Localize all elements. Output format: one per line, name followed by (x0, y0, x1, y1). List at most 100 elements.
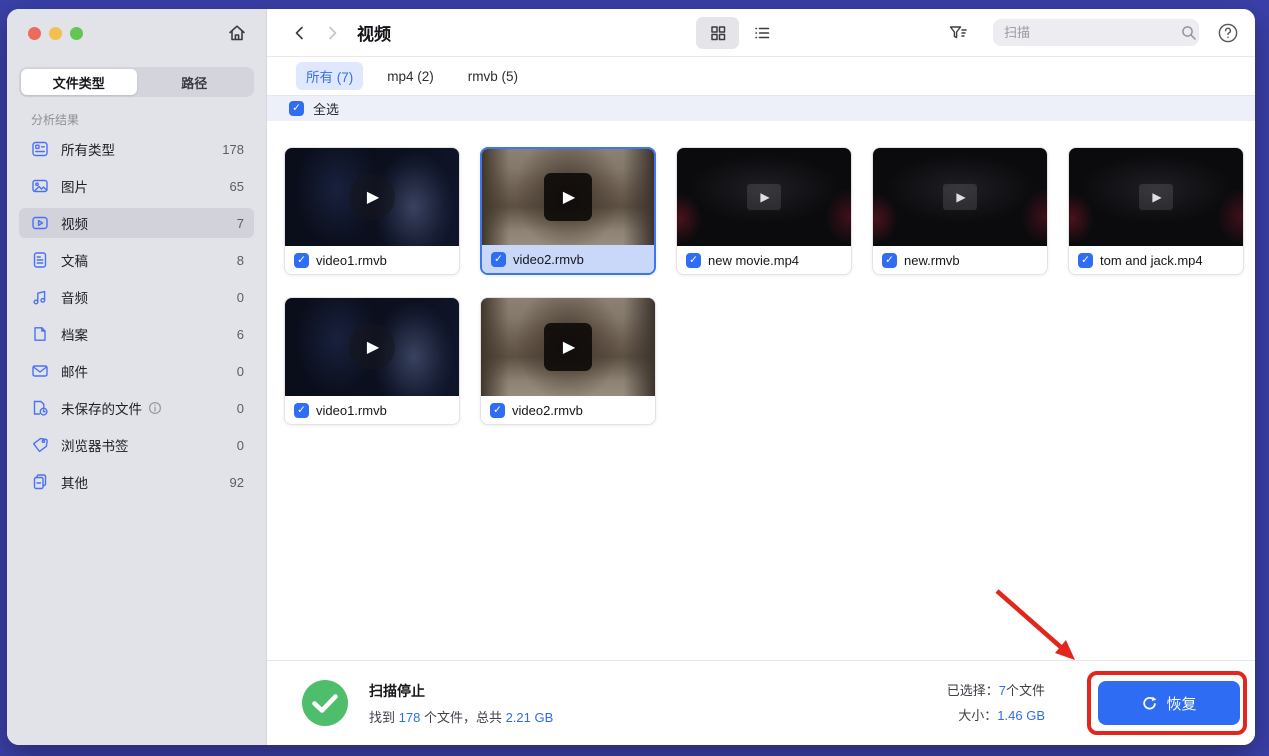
back-icon[interactable] (291, 24, 309, 42)
other-icon (31, 473, 49, 491)
zoom-window-button[interactable] (70, 27, 83, 40)
app-window: 文件类型 路径 分析结果 所有类型 178 图片 65 (7, 9, 1255, 745)
minimize-window-button[interactable] (49, 27, 62, 40)
sidebar-item-label: 文稿 (61, 250, 88, 270)
sidebar-item-count: 0 (237, 364, 244, 379)
file-checkbox[interactable]: ✓ (686, 253, 701, 268)
extension-filter-tabs: 所有 (7) mp4 (2) rmvb (5) (267, 57, 1255, 95)
tab-file-type[interactable]: 文件类型 (21, 69, 137, 95)
images-icon (31, 177, 49, 195)
play-icon: ▶ (544, 173, 592, 221)
sidebar-item-label: 音频 (61, 287, 88, 307)
sidebar-item-all-types[interactable]: 所有类型 178 (19, 134, 254, 164)
sidebar-item-unsaved-files[interactable]: 未保存的文件 0 (19, 393, 254, 423)
sidebar-item-images[interactable]: 图片 65 (19, 171, 254, 201)
sidebar-item-label: 浏览器书签 (61, 435, 129, 455)
file-checkbox[interactable]: ✓ (491, 252, 506, 267)
sidebar-titlebar (7, 9, 266, 57)
sidebar-item-documents[interactable]: 文稿 8 (19, 245, 254, 275)
analysis-results-label: 分析结果 (31, 111, 266, 128)
found-count: 178 (399, 710, 421, 725)
filter-icon[interactable] (947, 22, 969, 44)
sidebar-item-video[interactable]: 视频 7 (19, 208, 254, 238)
sidebar-item-count: 0 (237, 290, 244, 305)
sidebar-item-archives[interactable]: 档案 6 (19, 319, 254, 349)
sidebar-item-count: 178 (222, 142, 244, 157)
sidebar-item-count: 65 (230, 179, 244, 194)
file-checkbox[interactable]: ✓ (294, 403, 309, 418)
search-input[interactable] (1004, 25, 1180, 40)
sidebar-item-count: 0 (237, 401, 244, 416)
file-card-video2-row2[interactable]: ▶ ✓ video2.rmvb (480, 297, 656, 425)
search-icon[interactable] (1180, 24, 1197, 41)
grid-view-button[interactable] (696, 17, 739, 49)
file-name: video1.rmvb (316, 403, 387, 418)
file-card-video2[interactable]: ▶ ✓ video2.rmvb (480, 147, 656, 275)
video-thumbnail: ▶ (873, 148, 1047, 246)
forward-icon[interactable] (323, 24, 341, 42)
sidebar-item-count: 7 (237, 216, 244, 231)
file-card-video1-row2[interactable]: ▶ ✓ video1.rmvb (284, 297, 460, 425)
file-card-tom-and-jack[interactable]: ▶ ✓ tom and jack.mp4 (1068, 147, 1244, 275)
scan-status-title: 扫描停止 (369, 681, 553, 701)
selected-count: 7 (999, 683, 1006, 698)
file-name: new.rmvb (904, 253, 960, 268)
file-grid: ▶ ✓ video1.rmvb ▶ ✓ video2.rmvb (267, 121, 1255, 425)
file-checkbox[interactable]: ✓ (882, 253, 897, 268)
sidebar-item-count: 92 (230, 475, 244, 490)
video-icon (31, 214, 49, 232)
file-card-new-rmvb[interactable]: ▶ ✓ new.rmvb (872, 147, 1048, 275)
bookmarks-icon (31, 436, 49, 454)
sidebar-item-browser-bookmarks[interactable]: 浏览器书签 0 (19, 430, 254, 460)
sidebar-tab-switcher: 文件类型 路径 (19, 67, 254, 97)
filter-mp4[interactable]: mp4 (2) (377, 65, 444, 88)
file-name: video2.rmvb (512, 403, 583, 418)
file-name: tom and jack.mp4 (1100, 253, 1203, 268)
sidebar-item-label: 邮件 (61, 361, 88, 381)
sidebar-item-label: 所有类型 (61, 139, 115, 159)
help-icon[interactable] (1217, 22, 1239, 44)
filter-all[interactable]: 所有 (7) (296, 62, 363, 90)
sidebar-item-mail[interactable]: 邮件 0 (19, 356, 254, 386)
audio-icon (31, 288, 49, 306)
sidebar-item-label: 档案 (61, 324, 88, 344)
recover-button[interactable]: 恢复 (1098, 681, 1240, 725)
main-panel: 视频 所有 (7) mp4 (267, 9, 1255, 745)
file-checkbox[interactable]: ✓ (1078, 253, 1093, 268)
sidebar-item-label: 其他 (61, 472, 88, 492)
documents-icon (31, 251, 49, 269)
sidebar-item-label: 视频 (61, 213, 88, 233)
all-types-icon (31, 140, 49, 158)
sidebar-item-other[interactable]: 其他 92 (19, 467, 254, 497)
video-thumbnail: ▶ (285, 148, 459, 246)
play-icon: ▶ (349, 324, 395, 370)
search-box (993, 19, 1199, 46)
file-card-video1[interactable]: ▶ ✓ video1.rmvb (284, 147, 460, 275)
video-thumbnail: ▶ (677, 148, 851, 246)
success-check-icon (301, 679, 349, 727)
sidebar-item-count: 0 (237, 438, 244, 453)
file-card-new-movie[interactable]: ▶ ✓ new movie.mp4 (676, 147, 852, 275)
file-name: new movie.mp4 (708, 253, 799, 268)
sidebar-item-audio[interactable]: 音频 0 (19, 282, 254, 312)
play-icon: ▶ (943, 184, 977, 210)
file-checkbox[interactable]: ✓ (490, 403, 505, 418)
video-thumbnail: ▶ (481, 298, 655, 396)
play-icon: ▶ (747, 184, 781, 210)
home-icon[interactable] (226, 22, 248, 44)
filter-rmvb[interactable]: rmvb (5) (458, 65, 528, 88)
info-icon[interactable] (148, 401, 162, 415)
scan-status-detail: 找到 178 个文件，总共 2.21 GB (369, 707, 553, 726)
unsaved-files-icon (31, 399, 49, 417)
file-checkbox[interactable]: ✓ (294, 253, 309, 268)
tab-path[interactable]: 路径 (137, 69, 253, 95)
window-controls (28, 27, 83, 40)
selection-stats: 已选择：7个文件 大小：1.46 GB (947, 678, 1045, 728)
close-window-button[interactable] (28, 27, 41, 40)
file-grid-area: ▶ ✓ video1.rmvb ▶ ✓ video2.rmvb (267, 121, 1255, 660)
recover-refresh-icon (1141, 695, 1158, 712)
sidebar-item-label: 未保存的文件 (61, 398, 142, 418)
play-icon: ▶ (1139, 184, 1173, 210)
list-view-button[interactable] (744, 17, 780, 49)
select-all-checkbox[interactable]: ✓ (289, 101, 304, 116)
